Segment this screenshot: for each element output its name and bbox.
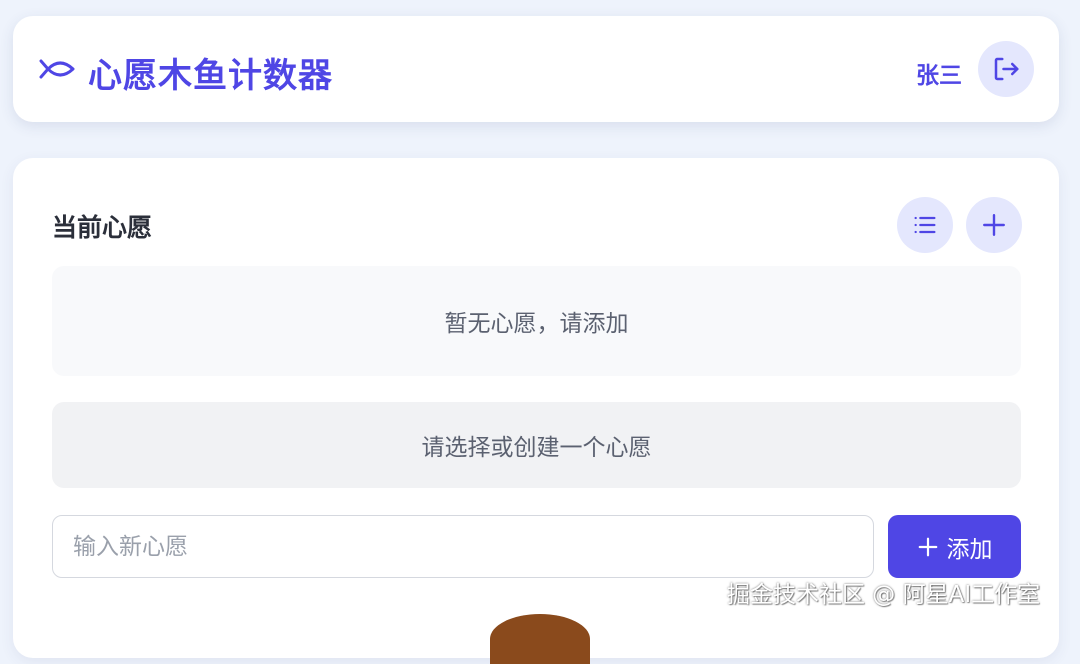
section-title: 当前心愿 (52, 213, 153, 242)
wooden-fish-graphic[interactable] (490, 614, 590, 664)
fish-icon (39, 59, 75, 79)
select-wish-prompt: 请选择或创建一个心愿 (52, 402, 1021, 488)
empty-wish-message: 暂无心愿，请添加 (52, 266, 1021, 376)
add-button-label: 添加 (946, 536, 993, 563)
app-title: 心愿木鱼计数器 (88, 56, 333, 96)
add-wish-button[interactable]: 添加 (888, 515, 1021, 578)
list-icon (914, 216, 936, 234)
new-wish-button[interactable] (966, 197, 1022, 253)
plus-icon (983, 214, 1005, 236)
new-wish-input[interactable] (52, 515, 874, 578)
username: 张三 (916, 63, 962, 89)
wish-list-button[interactable] (897, 197, 953, 253)
logout-button[interactable] (978, 41, 1034, 97)
logout-icon (994, 57, 1019, 81)
watermark: 掘金技术社区 @ 阿星AI工作室 (727, 582, 1041, 608)
plus-icon (918, 537, 937, 556)
